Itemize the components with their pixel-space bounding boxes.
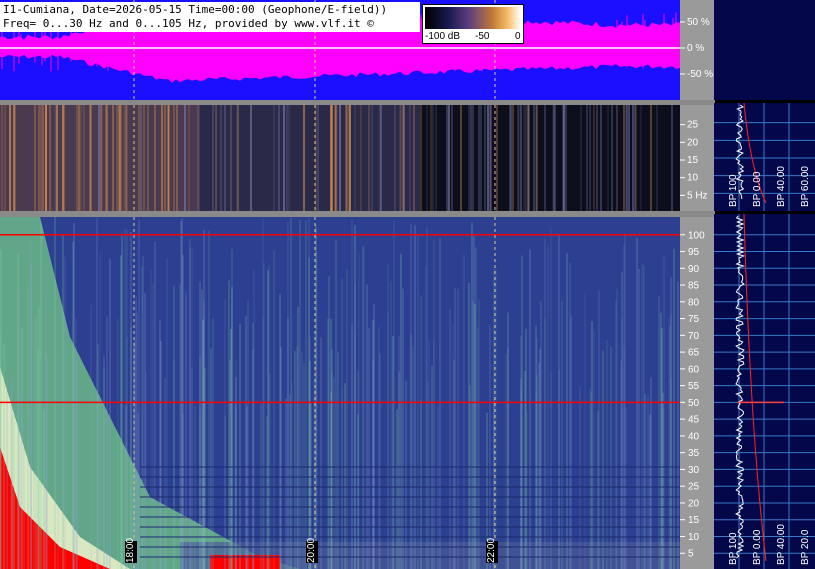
header-info: I1-Cumiana, Date=2026-05-15 Time=00:00 (… — [0, 2, 420, 32]
side-spectrum-low-plot: BP 100 BP 0.00 BP 40.00 BP 60.00 — [714, 103, 815, 211]
spectrogram-full-tick-label: 70 — [688, 331, 700, 342]
header-station-line: I1-Cumiana, Date=2026-05-15 Time=00:00 (… — [3, 3, 388, 16]
side-axis-label: BP 100 — [728, 532, 739, 565]
spectrogram-full-tick-label: 90 — [688, 264, 700, 275]
spectrogram-full-axis: 100 95 90 85 80 75 70 65 60 55 50 45 40 35 30 25 20 15 10 5 — [680, 230, 705, 560]
waveform-axis: 50 % 0 % -50 % — [680, 17, 713, 80]
side-spectrum-full-plot: BP 100 BP 0.00 BP 40.00 BP 20.0 — [714, 214, 815, 569]
spectrogram-low-tick-label: 5 Hz — [687, 190, 708, 201]
side-axis-label: BP 40.00 — [776, 524, 787, 565]
colorbar-min-label: -100 dB — [425, 31, 461, 42]
spectrogram-low-tick-label: 25 — [687, 120, 699, 131]
side-spectrum-trace — [734, 215, 746, 559]
spectrogram-full-tick-label: 95 — [688, 247, 700, 258]
spectrogram-full-tick-label: 35 — [688, 448, 700, 459]
spectrogram-full-tick-label: 20 — [688, 498, 700, 509]
spectrogram-full-tick-label: 25 — [688, 482, 700, 493]
spectrogram-full-tick-label: 75 — [688, 314, 700, 325]
time-label-1800: 18:00 — [125, 537, 137, 563]
side-axis-label: BP 40.00 — [776, 166, 787, 207]
spectrogram-0-30hz — [0, 105, 680, 211]
spectrogram-low-mid-region — [200, 105, 420, 211]
colorbar-mid-label: -50 — [475, 31, 490, 42]
spectrogram-full-tick-label: 50 — [688, 398, 700, 409]
waveform-scale: 50 % 0 % -50 % — [680, 0, 714, 100]
side-axis-label: BP 100 — [728, 174, 739, 207]
spectrogram-full-tick-label: 85 — [688, 281, 700, 292]
time-label-2200: 22:00 — [486, 537, 498, 563]
side-trend-curve — [743, 214, 767, 562]
spectrogram-low-scale: 25 20 15 10 5 Hz — [680, 105, 714, 211]
spectrogram-0-105hz — [0, 217, 680, 569]
spectrogram-full-scale: 100 95 90 85 80 75 70 65 60 55 50 45 40 35 30 25 20 15 10 5 — [680, 217, 714, 569]
waveform-tick-label: 0 % — [687, 43, 704, 54]
spectrogram-low-plot — [0, 105, 680, 211]
spectrogram-full-tick-label: 45 — [688, 415, 700, 426]
spectrogram-full-tick-label: 100 — [688, 230, 705, 241]
spectrogram-full-tick-label: 60 — [688, 364, 700, 375]
side-spectrum-full: BP 100 BP 0.00 BP 40.00 BP 20.0 — [714, 214, 815, 569]
spectrogram-full-plot — [0, 217, 680, 569]
spectrogram-full-tick-label: 10 — [688, 532, 700, 543]
side-axis-label: BP 0.00 — [752, 529, 763, 565]
waveform-tick-label: 50 % — [687, 17, 710, 28]
spectrogram-low-axis: 25 20 15 10 5 Hz — [680, 120, 708, 201]
side-axis-label: BP 60.00 — [800, 166, 811, 207]
spectrogram-full-tick-label: 5 — [688, 549, 694, 560]
time-label-2000: 20:00 — [306, 537, 318, 563]
vlf-monitor-screen: 50 % 0 % -50 % 25 20 15 10 5 Hz 100 95 90 85 80 75 7… — [0, 0, 815, 569]
waveform-tick-label: -50 % — [687, 69, 713, 80]
spectrogram-full-tick-label: 80 — [688, 297, 700, 308]
colorbar-max-label: 0 — [515, 31, 521, 42]
side-axis-label: BP 0.00 — [752, 171, 763, 207]
header-frequency-line: Freq= 0...30 Hz and 0...105 Hz, provided… — [3, 17, 374, 30]
colorbar-gradient — [425, 7, 521, 29]
spectrogram-full-tick-label: 55 — [688, 381, 700, 392]
spectrogram-full-tick-label: 65 — [688, 348, 700, 359]
spectrogram-low-tick-label: 10 — [687, 173, 699, 184]
spectrogram-full-tick-label: 15 — [688, 515, 700, 526]
spectrogram-low-tick-label: 20 — [687, 137, 699, 148]
side-panel-top — [714, 0, 815, 100]
side-spectrum-low: BP 100 BP 0.00 BP 40.00 BP 60.00 — [714, 103, 815, 211]
side-axis-label: BP 20.0 — [800, 529, 811, 565]
spectrogram-full-tick-label: 40 — [688, 431, 700, 442]
colorbar-legend: -100 dB -50 0 — [422, 4, 524, 44]
spectrogram-low-tick-label: 15 — [687, 155, 699, 166]
spectrogram-full-tick-label: 30 — [688, 465, 700, 476]
